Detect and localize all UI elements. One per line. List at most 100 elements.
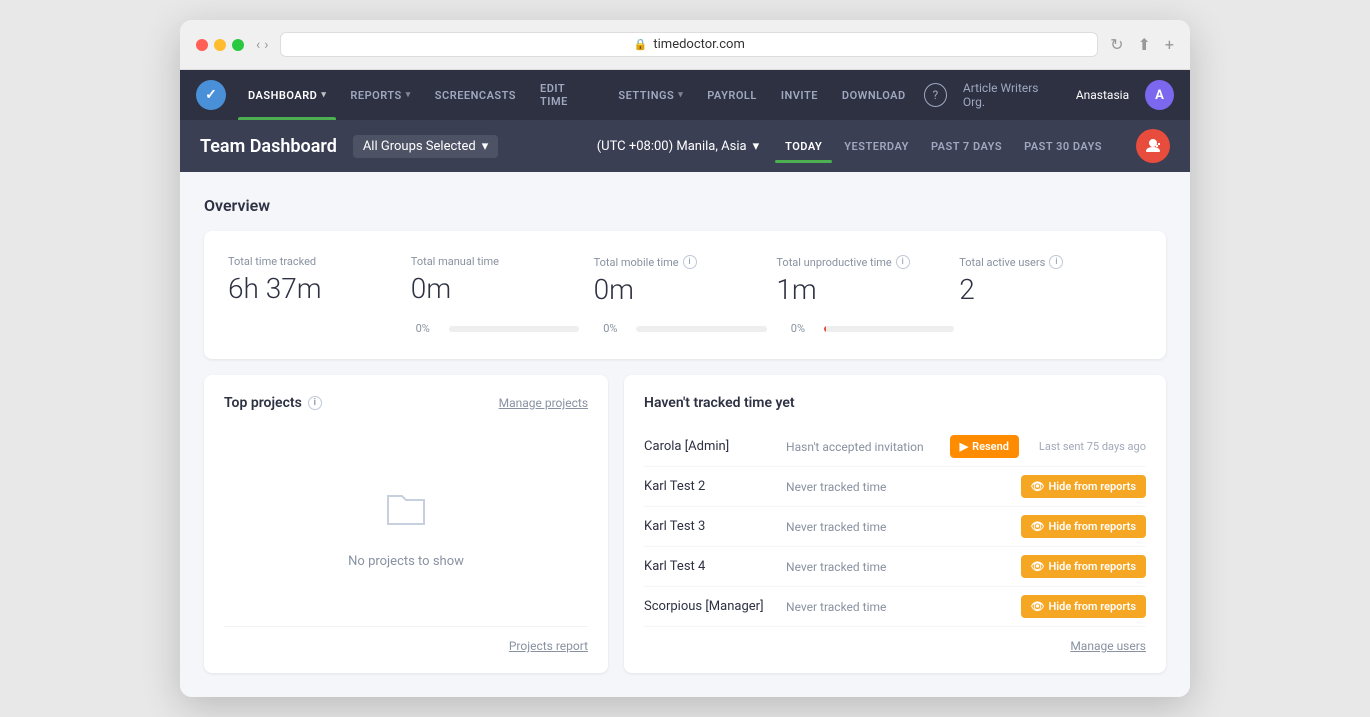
chevron-down-icon: ▾ (678, 90, 683, 100)
unproductive-progress: 0% (791, 322, 979, 335)
nav-right: ? Article Writers Org. Anastasia A (924, 80, 1174, 110)
hide-from-reports-button[interactable]: 👁 Hide from reports (1021, 515, 1146, 538)
chevron-down-icon: ▾ (753, 139, 760, 154)
info-icon[interactable]: i (683, 255, 697, 269)
timezone-selector[interactable]: (UTC +08:00) Manila, Asia ▾ (597, 139, 759, 154)
table-row: Karl Test 4 Never tracked time 👁 Hide fr… (644, 547, 1146, 587)
filter-past7days[interactable]: PAST 7 DAYS (921, 134, 1012, 159)
browser-actions: ↻ ⬆ + (1110, 35, 1174, 54)
lock-icon: 🔒 (634, 38, 648, 51)
projects-card-footer: Projects report (224, 626, 588, 653)
org-name: Article Writers Org. (963, 81, 1060, 109)
url-text: timedoctor.com (653, 37, 744, 52)
manual-progress: 0% (416, 322, 604, 335)
timezone-label: (UTC +08:00) Manila, Asia (597, 139, 747, 154)
reload-icon[interactable]: ↻ (1110, 35, 1123, 54)
info-icon[interactable]: i (308, 396, 322, 410)
browser-chrome: ‹ › 🔒 timedoctor.com ↻ ⬆ + (180, 20, 1190, 70)
hide-from-reports-button[interactable]: 👁 Hide from reports (1021, 475, 1146, 498)
page-title: Team Dashboard (200, 136, 337, 157)
projects-card: Top projects i Manage projects No projec… (204, 375, 608, 673)
minimize-button[interactable] (214, 39, 226, 51)
metric-manual-time-label: Total manual time (411, 255, 570, 268)
chevron-down-icon: ▾ (321, 90, 326, 100)
manage-users-link[interactable]: Manage users (1070, 639, 1146, 653)
hide-from-reports-button[interactable]: 👁 Hide from reports (1021, 595, 1146, 618)
filter-past30days[interactable]: PAST 30 DAYS (1014, 134, 1112, 159)
maximize-button[interactable] (232, 39, 244, 51)
manage-projects-link[interactable]: Manage projects (499, 396, 588, 410)
filter-yesterday[interactable]: YESTERDAY (834, 134, 919, 159)
table-row: Scorpious [Manager] Never tracked time 👁… (644, 587, 1146, 627)
untracked-title: Haven't tracked time yet (644, 395, 1146, 411)
projects-title: Top projects i (224, 395, 322, 411)
resend-icon: ▶ (960, 440, 968, 453)
nav-item-settings[interactable]: SETTINGS ▾ (608, 70, 693, 120)
manage-users-row: Manage users (644, 639, 1146, 653)
mobile-progress-label: 0% (603, 322, 628, 335)
projects-card-header: Top projects i Manage projects (224, 395, 588, 411)
manual-progress-bar (449, 326, 580, 332)
last-sent-text: Last sent 75 days ago (1039, 440, 1146, 453)
progress-bars-row: 0% 0% 0% (228, 322, 1142, 335)
nav-item-edittime[interactable]: EDIT TIME (530, 70, 604, 120)
user-name: Carola [Admin] (644, 439, 774, 454)
nav-item-payroll[interactable]: PAYROLL (697, 70, 767, 120)
unproductive-progress-bar (824, 326, 955, 332)
forward-icon[interactable]: › (264, 37, 268, 53)
manual-progress-label: 0% (416, 322, 441, 335)
hide-icon: 👁 (1031, 480, 1045, 493)
date-filters: TODAY YESTERDAY PAST 7 DAYS PAST 30 DAYS (775, 134, 1112, 159)
address-bar[interactable]: 🔒 timedoctor.com (280, 32, 1098, 57)
back-icon[interactable]: ‹ (256, 37, 260, 53)
filter-today[interactable]: TODAY (775, 134, 832, 159)
metrics-row: Total time tracked 6h 37m Total manual t… (228, 255, 1142, 306)
hide-from-reports-button[interactable]: 👁 Hide from reports (1021, 555, 1146, 578)
metric-manual-time: Total manual time 0m (411, 255, 594, 306)
table-row: Karl Test 3 Never tracked time 👁 Hide fr… (644, 507, 1146, 547)
metric-total-time-value: 6h 37m (228, 272, 387, 305)
user-name: Scorpious [Manager] (644, 599, 774, 614)
add-user-button[interactable] (1136, 129, 1170, 163)
user-name: Anastasia (1076, 88, 1129, 102)
share-icon[interactable]: ⬆ (1138, 35, 1151, 54)
user-name: Karl Test 3 (644, 519, 774, 534)
info-icon[interactable]: i (896, 255, 910, 269)
active-users-spacer (978, 322, 1142, 335)
metric-unproductive-time-value: 1m (776, 273, 935, 306)
resend-button[interactable]: ▶ Resend (950, 435, 1019, 458)
browser-window: ‹ › 🔒 timedoctor.com ↻ ⬆ + ✓ DASHBOARD ▾… (180, 20, 1190, 697)
total-time-spacer (228, 322, 416, 335)
projects-empty-state: No projects to show (224, 427, 588, 626)
chevron-down-icon: ▾ (482, 139, 489, 154)
metric-active-users: Total active users i 2 (959, 255, 1142, 306)
user-status: Never tracked time (786, 480, 1009, 494)
nav-item-reports[interactable]: REPORTS ▾ (340, 70, 420, 120)
main-content: Overview Total time tracked 6h 37m Total… (180, 172, 1190, 697)
user-avatar[interactable]: A (1145, 80, 1174, 110)
close-button[interactable] (196, 39, 208, 51)
hide-icon: 👁 (1031, 520, 1045, 533)
nav-item-invite[interactable]: INVITE (771, 70, 828, 120)
info-icon[interactable]: i (1049, 255, 1063, 269)
nav-arrows: ‹ › (256, 37, 268, 53)
user-name: Karl Test 2 (644, 479, 774, 494)
hide-icon: 👁 (1031, 560, 1045, 573)
metric-unproductive-time-label: Total unproductive time i (776, 255, 935, 269)
metric-mobile-time-label: Total mobile time i (594, 255, 753, 269)
user-status: Hasn't accepted invitation (786, 440, 938, 454)
projects-report-link[interactable]: Projects report (509, 639, 588, 653)
new-tab-icon[interactable]: + (1165, 35, 1174, 54)
logo-icon: ✓ (196, 80, 226, 110)
metric-mobile-time: Total mobile time i 0m (594, 255, 777, 306)
overview-card: Total time tracked 6h 37m Total manual t… (204, 231, 1166, 359)
user-name: Karl Test 4 (644, 559, 774, 574)
help-icon[interactable]: ? (924, 83, 947, 107)
folder-icon (382, 484, 430, 542)
metric-total-time-label: Total time tracked (228, 255, 387, 268)
nav-item-screencasts[interactable]: SCREENCASTS (425, 70, 526, 120)
metric-total-time: Total time tracked 6h 37m (228, 255, 411, 306)
nav-item-download[interactable]: DOWNLOAD (832, 70, 916, 120)
group-selector[interactable]: All Groups Selected ▾ (353, 135, 498, 158)
nav-item-dashboard[interactable]: DASHBOARD ▾ (238, 70, 336, 120)
